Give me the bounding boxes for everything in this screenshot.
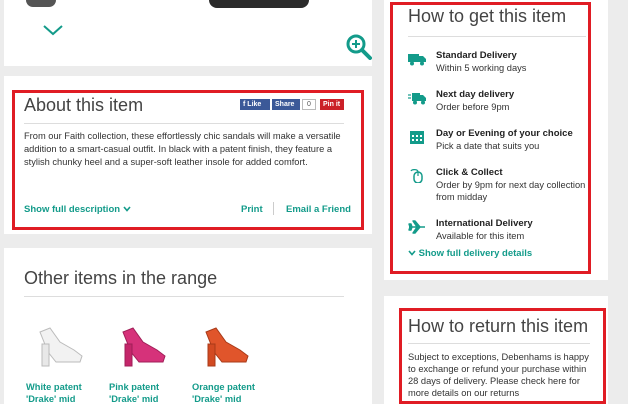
range-item[interactable]: White patent 'Drake' mid [26, 322, 106, 404]
highlight-box-delivery [390, 2, 591, 274]
highlight-box-about [12, 90, 364, 230]
zoom-icon[interactable] [346, 34, 372, 60]
sandal-image [39, 327, 83, 367]
range-item-name: Pink patent 'Drake' mid [109, 382, 160, 404]
range-item[interactable]: Orange patent 'Drake' mid [192, 322, 272, 404]
product-thumbnail[interactable] [26, 0, 56, 7]
range-item-name: Orange patent 'Drake' mid [192, 382, 256, 404]
range-divider [24, 296, 344, 297]
sandal-image [205, 327, 249, 367]
highlight-box-return [399, 308, 606, 404]
product-main-image [209, 0, 309, 8]
sandal-image [122, 327, 166, 367]
range-title: Other items in the range [24, 268, 218, 288]
range-item-name: White patent 'Drake' mid [26, 382, 82, 404]
product-image-card [4, 0, 372, 66]
chevron-down-icon[interactable] [42, 24, 64, 36]
range-item[interactable]: Pink patent 'Drake' mid [109, 322, 189, 404]
